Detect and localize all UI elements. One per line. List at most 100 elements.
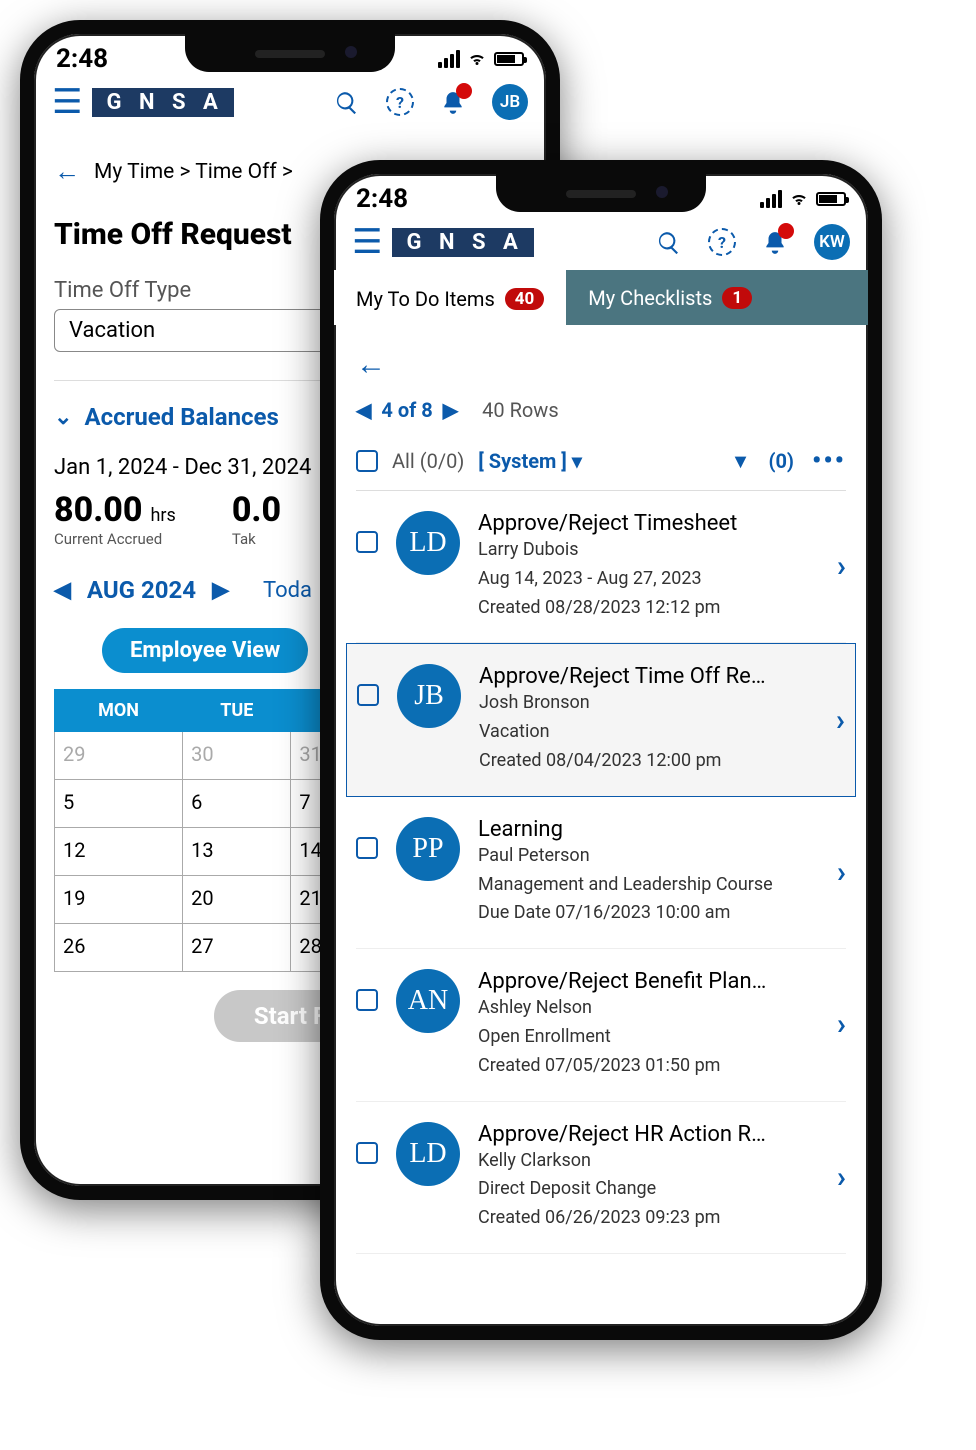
item-created: Created 06/26/2023 09:23 pm <box>478 1204 819 1233</box>
item-title: Approve/Reject HR Action R… <box>478 1122 819 1147</box>
status-time: 2:48 <box>56 44 108 74</box>
select-all-checkbox[interactable] <box>356 450 378 472</box>
chevron-right-icon: › <box>837 1160 846 1195</box>
status-time: 2:48 <box>356 184 408 214</box>
app-header: ☰ G N S A ? JB <box>34 78 546 130</box>
filter-count: (0) <box>768 449 794 473</box>
item-title: Approve/Reject Benefit Plan… <box>478 969 819 994</box>
select-all-label: All (0/0) <box>392 449 464 473</box>
wifi-icon <box>788 190 810 208</box>
next-page-icon[interactable]: ▶ <box>443 398 458 422</box>
chevron-right-icon: › <box>837 1007 846 1042</box>
status-icons <box>760 190 846 208</box>
item-person: Larry Dubois <box>478 536 819 565</box>
next-month-icon[interactable]: ▶ <box>212 578 229 603</box>
calendar-cell[interactable]: 20 <box>183 876 291 924</box>
search-icon[interactable] <box>334 87 360 117</box>
prev-page-icon[interactable]: ◀ <box>356 398 371 422</box>
employee-view-button[interactable]: Employee View <box>102 628 308 673</box>
logo: G N S A <box>92 88 233 117</box>
todo-count-badge: 40 <box>505 288 545 310</box>
prev-month-icon[interactable]: ◀ <box>54 578 71 603</box>
calendar-cell[interactable]: 19 <box>55 876 183 924</box>
item-detail: Direct Deposit Change <box>478 1175 819 1204</box>
item-created: Created 07/05/2023 01:50 pm <box>478 1052 819 1081</box>
calendar-cell[interactable]: 26 <box>55 924 183 972</box>
breadcrumb-text: My Time > Time Off > <box>94 160 293 184</box>
page-position: 4 of 8 <box>381 398 432 422</box>
current-accrued-label: Current Accrued <box>54 530 176 548</box>
todo-list: LD Approve/Reject TimesheetLarry DuboisAu… <box>356 491 846 1254</box>
item-avatar: JB <box>397 664 461 728</box>
help-icon[interactable]: ? <box>386 88 414 116</box>
item-checkbox[interactable] <box>356 1142 378 1164</box>
user-avatar[interactable]: KW <box>814 224 850 260</box>
item-created: Created 08/28/2023 12:12 pm <box>478 594 819 623</box>
calendar-cell[interactable]: 5 <box>55 780 183 828</box>
item-checkbox[interactable] <box>356 837 378 859</box>
notifications-icon[interactable] <box>762 227 788 257</box>
logo: G N S A <box>392 228 533 257</box>
calendar-cell[interactable]: 13 <box>183 828 291 876</box>
item-avatar: LD <box>396 1122 460 1186</box>
item-checkbox[interactable] <box>357 684 379 706</box>
todo-item[interactable]: LD Approve/Reject HR Action R…Kelly Clark… <box>356 1102 846 1254</box>
app-header: ☰ G N S A ? KW <box>334 218 868 270</box>
item-person: Josh Bronson <box>479 689 818 718</box>
item-person: Paul Peterson <box>478 842 819 871</box>
tabs: My To Do Items 40 My Checklists 1 <box>334 270 868 325</box>
item-title: Approve/Reject Timesheet <box>478 511 819 536</box>
taken-label: Tak <box>232 530 281 548</box>
todo-item[interactable]: LDApprove/Reject TimesheetLarry DuboisAu… <box>356 491 846 643</box>
taken-value: 0.0 <box>232 490 281 530</box>
filter-icon[interactable]: ▼ <box>731 449 751 474</box>
row-count: 40 Rows <box>482 398 559 422</box>
item-person: Ashley Nelson <box>478 994 819 1023</box>
battery-icon <box>816 192 846 206</box>
help-icon[interactable]: ? <box>708 228 736 256</box>
cellular-icon <box>438 50 460 68</box>
item-avatar: AN <box>396 969 460 1033</box>
checklist-count-badge: 1 <box>722 287 752 309</box>
cellular-icon <box>760 190 782 208</box>
user-avatar[interactable]: JB <box>492 84 528 120</box>
current-month: AUG 2024 <box>87 576 196 604</box>
back-icon[interactable]: ← <box>356 329 846 388</box>
current-accrued-value: 80.00 <box>54 490 143 530</box>
menu-icon[interactable]: ☰ <box>352 225 382 259</box>
todo-item[interactable]: AN Approve/Reject Benefit Plan…Ashley Nel… <box>356 949 846 1101</box>
more-options-icon[interactable]: ••• <box>812 446 846 476</box>
chevron-right-icon: › <box>837 549 846 584</box>
calendar-cell[interactable]: 12 <box>55 828 183 876</box>
calendar-cell[interactable]: 30 <box>183 732 291 780</box>
calendar-day-header: MON <box>55 690 183 732</box>
item-avatar: PP <box>396 817 460 881</box>
status-icons <box>438 50 524 68</box>
calendar-cell[interactable]: 6 <box>183 780 291 828</box>
back-icon[interactable]: ← <box>54 156 80 187</box>
item-title: Learning <box>478 817 819 842</box>
todo-item[interactable]: JBApprove/Reject Time Off Re…Josh Bronso… <box>346 643 856 796</box>
tab-checklists[interactable]: My Checklists 1 <box>566 270 774 325</box>
chevron-right-icon: › <box>837 855 846 890</box>
tab-todo[interactable]: My To Do Items 40 <box>334 270 566 325</box>
item-checkbox[interactable] <box>356 531 378 553</box>
menu-icon[interactable]: ☰ <box>52 85 82 119</box>
item-checkbox[interactable] <box>356 989 378 1011</box>
calendar-day-header: TUE <box>183 690 291 732</box>
search-icon[interactable] <box>656 227 682 257</box>
notch <box>185 34 395 72</box>
system-dropdown[interactable]: [ System ] ▾ <box>478 449 582 473</box>
battery-icon <box>494 52 524 66</box>
item-created: Due Date 07/16/2023 10:00 am <box>478 899 819 928</box>
item-person: Kelly Clarkson <box>478 1147 819 1176</box>
accrued-unit: hrs <box>151 505 176 526</box>
item-detail: Aug 14, 2023 - Aug 27, 2023 <box>478 565 819 594</box>
calendar-cell[interactable]: 27 <box>183 924 291 972</box>
calendar-cell[interactable]: 29 <box>55 732 183 780</box>
notifications-icon[interactable] <box>440 87 466 117</box>
item-detail: Vacation <box>479 718 818 747</box>
todo-item[interactable]: PPLearningPaul PetersonManagement and Le… <box>356 797 846 949</box>
today-link[interactable]: Toda <box>263 578 312 603</box>
chevron-right-icon: › <box>836 703 845 738</box>
